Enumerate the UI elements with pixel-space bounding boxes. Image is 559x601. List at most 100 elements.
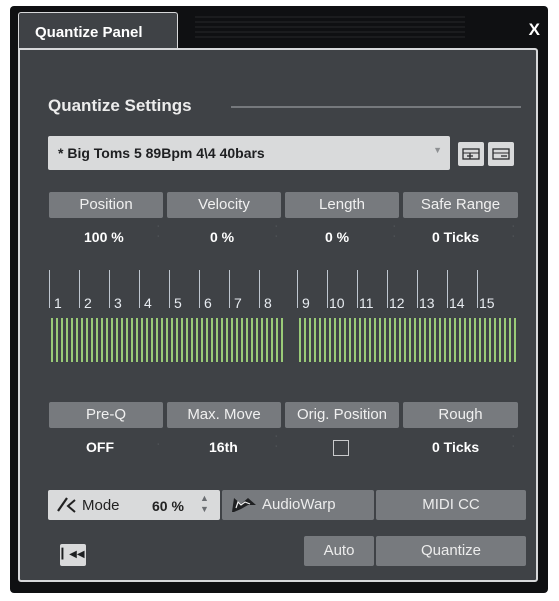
audiowarp-button[interactable]: AudioWarp xyxy=(222,490,374,520)
length-value[interactable]: 0 % xyxy=(325,229,349,245)
safe-range-button[interactable]: Safe Range xyxy=(403,192,518,218)
grid-line xyxy=(221,318,223,362)
length-stepper[interactable]: ˙ ˙ xyxy=(393,226,396,246)
grid-line xyxy=(464,318,466,362)
position-value[interactable]: 100 % xyxy=(84,229,124,245)
max-move-button[interactable]: Max. Move xyxy=(167,402,281,428)
grid-line xyxy=(131,318,133,362)
grid-line xyxy=(146,318,148,362)
grid-label: 4 xyxy=(144,295,152,311)
grid-line xyxy=(479,318,481,362)
rough-button[interactable]: Rough xyxy=(403,402,518,428)
add-preset-icon xyxy=(462,148,480,160)
grid-line xyxy=(76,318,78,362)
rough-value[interactable]: 0 Ticks xyxy=(432,439,479,455)
grid-line xyxy=(404,318,406,362)
grid-label: 15 xyxy=(479,295,495,311)
grid-line xyxy=(191,318,193,362)
grid-line xyxy=(329,318,331,362)
grid-line xyxy=(261,318,263,362)
velocity-stepper[interactable]: ˙ ˙ xyxy=(275,226,278,246)
grid-line xyxy=(374,318,376,362)
grid-line xyxy=(324,318,326,362)
grid-line xyxy=(474,318,476,362)
grid-line xyxy=(389,318,391,362)
grid-line xyxy=(236,318,238,362)
grid-label: 13 xyxy=(419,295,435,311)
grid-line xyxy=(171,318,173,362)
velocity-button[interactable]: Velocity xyxy=(167,192,281,218)
orig-position-checkbox[interactable] xyxy=(333,440,349,456)
orig-position-button[interactable]: Orig. Position xyxy=(285,402,399,428)
grid-label: 9 xyxy=(302,295,310,311)
grid-line xyxy=(86,318,88,362)
max-move-stepper[interactable]: ˙ ˙ xyxy=(275,436,278,456)
grid-line xyxy=(359,318,361,362)
grid-line xyxy=(394,318,396,362)
grid-line xyxy=(514,318,516,362)
grid-line xyxy=(166,318,168,362)
grid-line xyxy=(51,318,53,362)
audiowarp-icon xyxy=(232,498,256,512)
grid-label: 7 xyxy=(234,295,242,311)
grid-display-right[interactable]: 9 10 11 12 13 14 15 xyxy=(297,270,521,365)
grid-display-left[interactable]: 1 2 3 4 5 6 7 8 xyxy=(49,270,287,365)
velocity-value[interactable]: 0 % xyxy=(210,229,234,245)
section-divider xyxy=(231,106,521,108)
grid-line xyxy=(231,318,233,362)
grid-label: 12 xyxy=(389,295,405,311)
rough-stepper[interactable]: ˙ ˙ xyxy=(512,436,515,456)
grid-line xyxy=(339,318,341,362)
pre-q-value[interactable]: OFF xyxy=(86,439,114,455)
grid-line xyxy=(71,318,73,362)
position-button[interactable]: Position xyxy=(49,192,163,218)
grid-line xyxy=(369,318,371,362)
chevron-down-icon: ▼ xyxy=(433,145,442,155)
preset-selector[interactable]: * Big Toms 5 89Bpm 4\4 40bars ▼ xyxy=(48,136,450,170)
grid-label: 6 xyxy=(204,295,212,311)
grid-line xyxy=(161,318,163,362)
grid-line xyxy=(181,318,183,362)
length-button[interactable]: Length xyxy=(285,192,399,218)
grid-line xyxy=(449,318,451,362)
grid-line xyxy=(246,318,248,362)
grid-line xyxy=(201,318,203,362)
grid-line xyxy=(304,318,306,362)
pre-q-dropdown-arrow[interactable]: ˙ xyxy=(157,444,160,454)
mode-value[interactable]: 60 % xyxy=(152,498,184,514)
panel-tab-title: Quantize Panel xyxy=(35,24,143,41)
position-stepper[interactable]: ˙ ˙ xyxy=(157,226,160,246)
skip-to-start-button[interactable]: ▎◀◀ xyxy=(60,544,86,566)
audiowarp-label: AudioWarp xyxy=(262,496,336,513)
title-bar-grip xyxy=(195,16,465,38)
auto-button[interactable]: Auto xyxy=(304,536,374,566)
grid-line xyxy=(141,318,143,362)
preset-name: * Big Toms 5 89Bpm 4\4 40bars xyxy=(58,145,265,161)
mode-control[interactable]: Mode 60 % ▲ ▼ xyxy=(48,490,220,520)
midi-cc-button[interactable]: MIDI CC xyxy=(376,490,526,520)
grid-line xyxy=(211,318,213,362)
grid-line xyxy=(136,318,138,362)
remove-preset-button[interactable] xyxy=(488,142,514,166)
grid-line xyxy=(61,318,63,362)
grid-line xyxy=(379,318,381,362)
close-button[interactable]: X xyxy=(529,20,540,40)
grid-label: 1 xyxy=(54,295,62,311)
grid-line xyxy=(206,318,208,362)
max-move-value[interactable]: 16th xyxy=(209,439,238,455)
grid-line xyxy=(81,318,83,362)
safe-range-stepper[interactable]: ˙ ˙ xyxy=(512,226,515,246)
panel-tab[interactable]: Quantize Panel xyxy=(18,12,178,50)
safe-range-value[interactable]: 0 Ticks xyxy=(432,229,479,245)
mode-stepper[interactable]: ▲ ▼ xyxy=(200,493,209,515)
pre-q-button[interactable]: Pre-Q xyxy=(49,402,163,428)
remove-preset-icon xyxy=(492,148,510,160)
grid-line xyxy=(91,318,93,362)
grid-line xyxy=(314,318,316,362)
quantize-button[interactable]: Quantize xyxy=(376,536,526,566)
grid-line xyxy=(56,318,58,362)
grid-line xyxy=(151,318,153,362)
grid-line xyxy=(319,318,321,362)
quantize-settings-title: Quantize Settings xyxy=(48,96,192,115)
save-preset-button[interactable] xyxy=(458,142,484,166)
